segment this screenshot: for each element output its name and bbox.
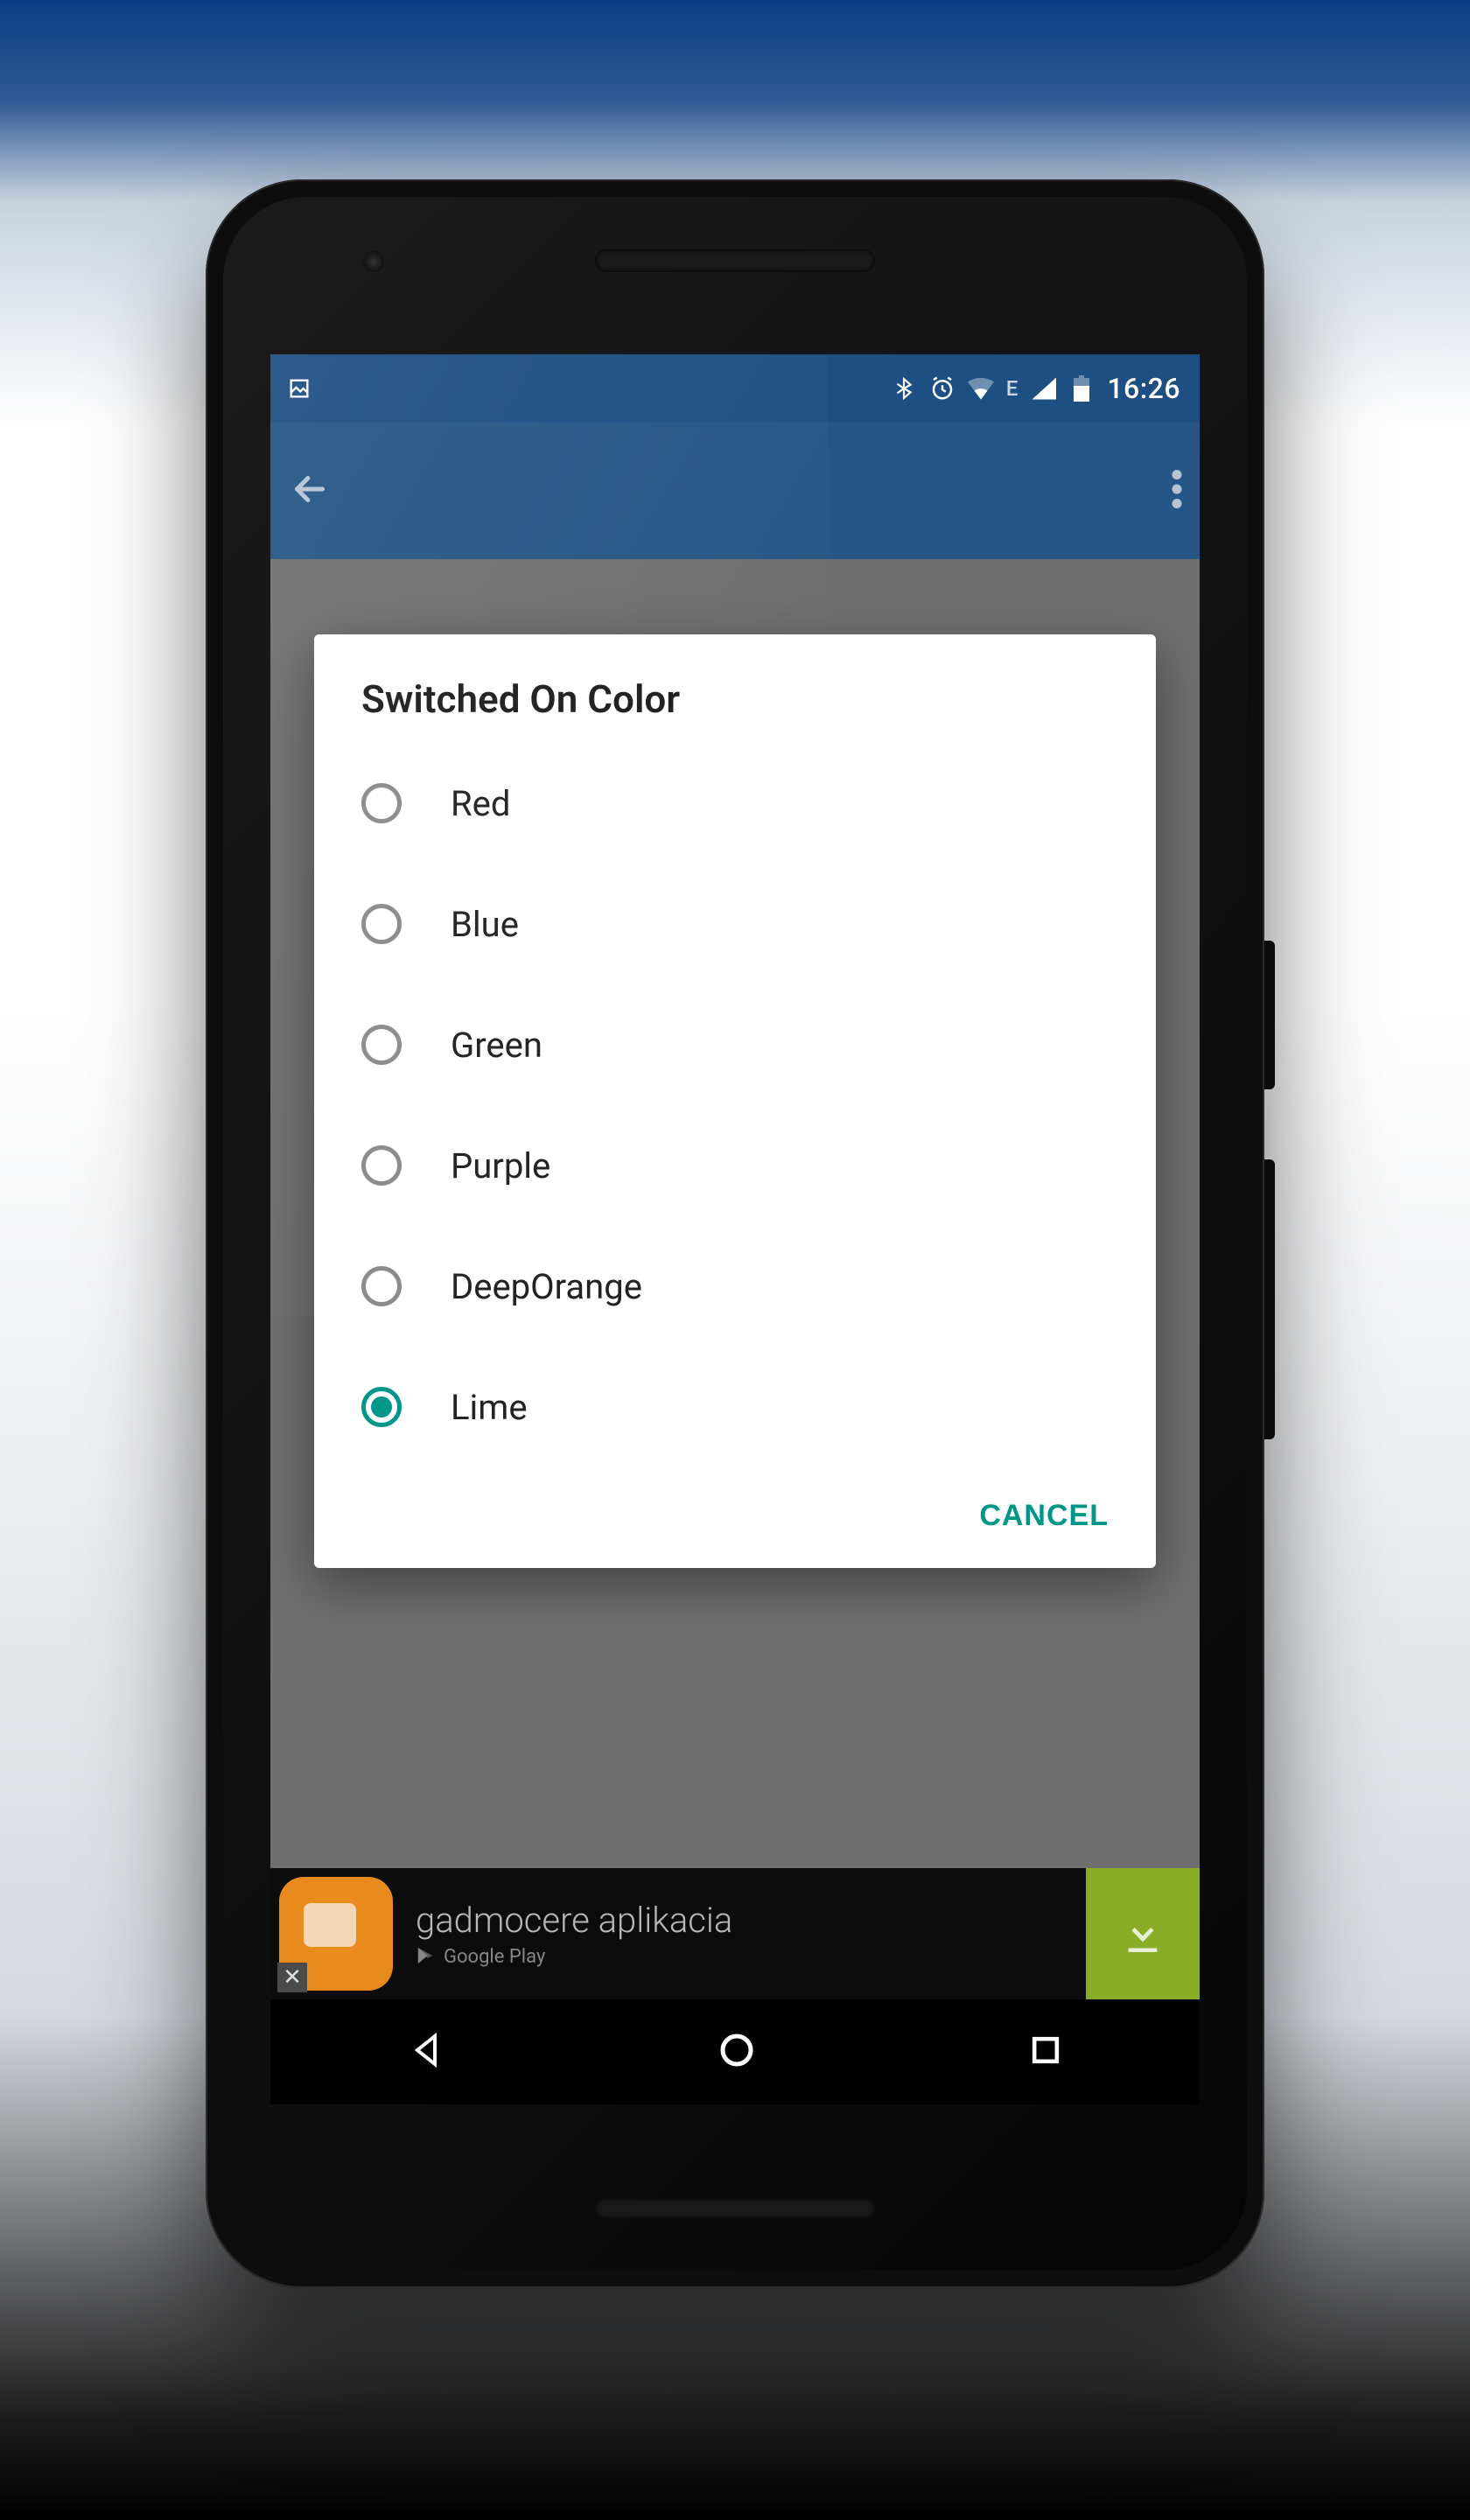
radio-unselected-icon: [361, 783, 402, 823]
radio-unselected-icon: [361, 1025, 402, 1065]
phone-frame: E 16:26: [206, 179, 1264, 2288]
battery-icon: [1068, 375, 1095, 402]
wifi-icon: [968, 375, 994, 402]
radio-option-label: Red: [451, 783, 510, 824]
status-bar: E 16:26: [270, 354, 1200, 423]
overflow-menu-button[interactable]: [1172, 470, 1182, 512]
radio-option[interactable]: Red: [361, 743, 1109, 864]
radio-option[interactable]: Purple: [361, 1105, 1109, 1226]
ad-text: gadmocere aplikacia Google Play: [416, 1900, 1086, 1969]
screen: E 16:26: [270, 354, 1200, 2104]
screenshot-notification-icon: [286, 375, 312, 402]
nav-recents-button[interactable]: [1026, 2031, 1065, 2073]
phone-speaker: [595, 249, 875, 272]
phone-bottom-speaker: [595, 2199, 875, 2218]
alarm-icon: [929, 375, 956, 402]
radio-option[interactable]: Lime: [361, 1347, 1109, 1467]
cancel-button[interactable]: CANCEL: [979, 1499, 1109, 1533]
app-bar: [270, 423, 1200, 559]
radio-option-label: Green: [451, 1025, 542, 1066]
ad-title: gadmocere aplikacia: [416, 1900, 1086, 1941]
radio-unselected-icon: [361, 904, 402, 944]
signal-icon: [1030, 375, 1056, 402]
radio-selected-icon: [361, 1387, 402, 1427]
radio-option[interactable]: DeepOrange: [361, 1226, 1109, 1347]
radio-option-label: DeepOrange: [451, 1266, 642, 1307]
color-picker-dialog: Switched On Color Red Blue Green Purple Deep…: [314, 634, 1156, 1568]
phone-side-button: [1264, 1159, 1275, 1439]
radio-option-label: Purple: [451, 1145, 550, 1186]
radio-option[interactable]: Blue: [361, 864, 1109, 984]
ad-store-label: Google Play: [444, 1946, 545, 1968]
google-play-icon: [416, 1946, 435, 1969]
bluetooth-icon: [891, 375, 917, 402]
nav-home-button[interactable]: [716, 2029, 758, 2075]
radio-option-label: Lime: [451, 1387, 528, 1428]
android-nav-bar: [270, 1999, 1200, 2104]
network-type-label: E: [1006, 376, 1018, 401]
back-button[interactable]: [288, 467, 332, 514]
ad-app-icon: ✕: [279, 1877, 393, 1991]
radio-list: Red Blue Green Purple DeepOrange Lime: [314, 743, 1156, 1467]
radio-option[interactable]: Green: [361, 984, 1109, 1105]
page-background: E 16:26: [0, 0, 1470, 2520]
clock-label: 16:26: [1107, 372, 1180, 405]
nav-back-button[interactable]: [405, 2029, 447, 2075]
radio-option-label: Blue: [451, 904, 519, 945]
dialog-title: Switched On Color: [314, 676, 1156, 743]
phone-side-button: [1264, 941, 1275, 1089]
ad-download-button[interactable]: [1086, 1868, 1200, 1999]
ad-banner[interactable]: ✕ gadmocere aplikacia Google Play: [270, 1868, 1200, 1999]
radio-unselected-icon: [361, 1266, 402, 1306]
radio-unselected-icon: [361, 1145, 402, 1186]
ad-close-button[interactable]: ✕: [277, 1963, 307, 1992]
phone-front-camera: [363, 251, 384, 272]
